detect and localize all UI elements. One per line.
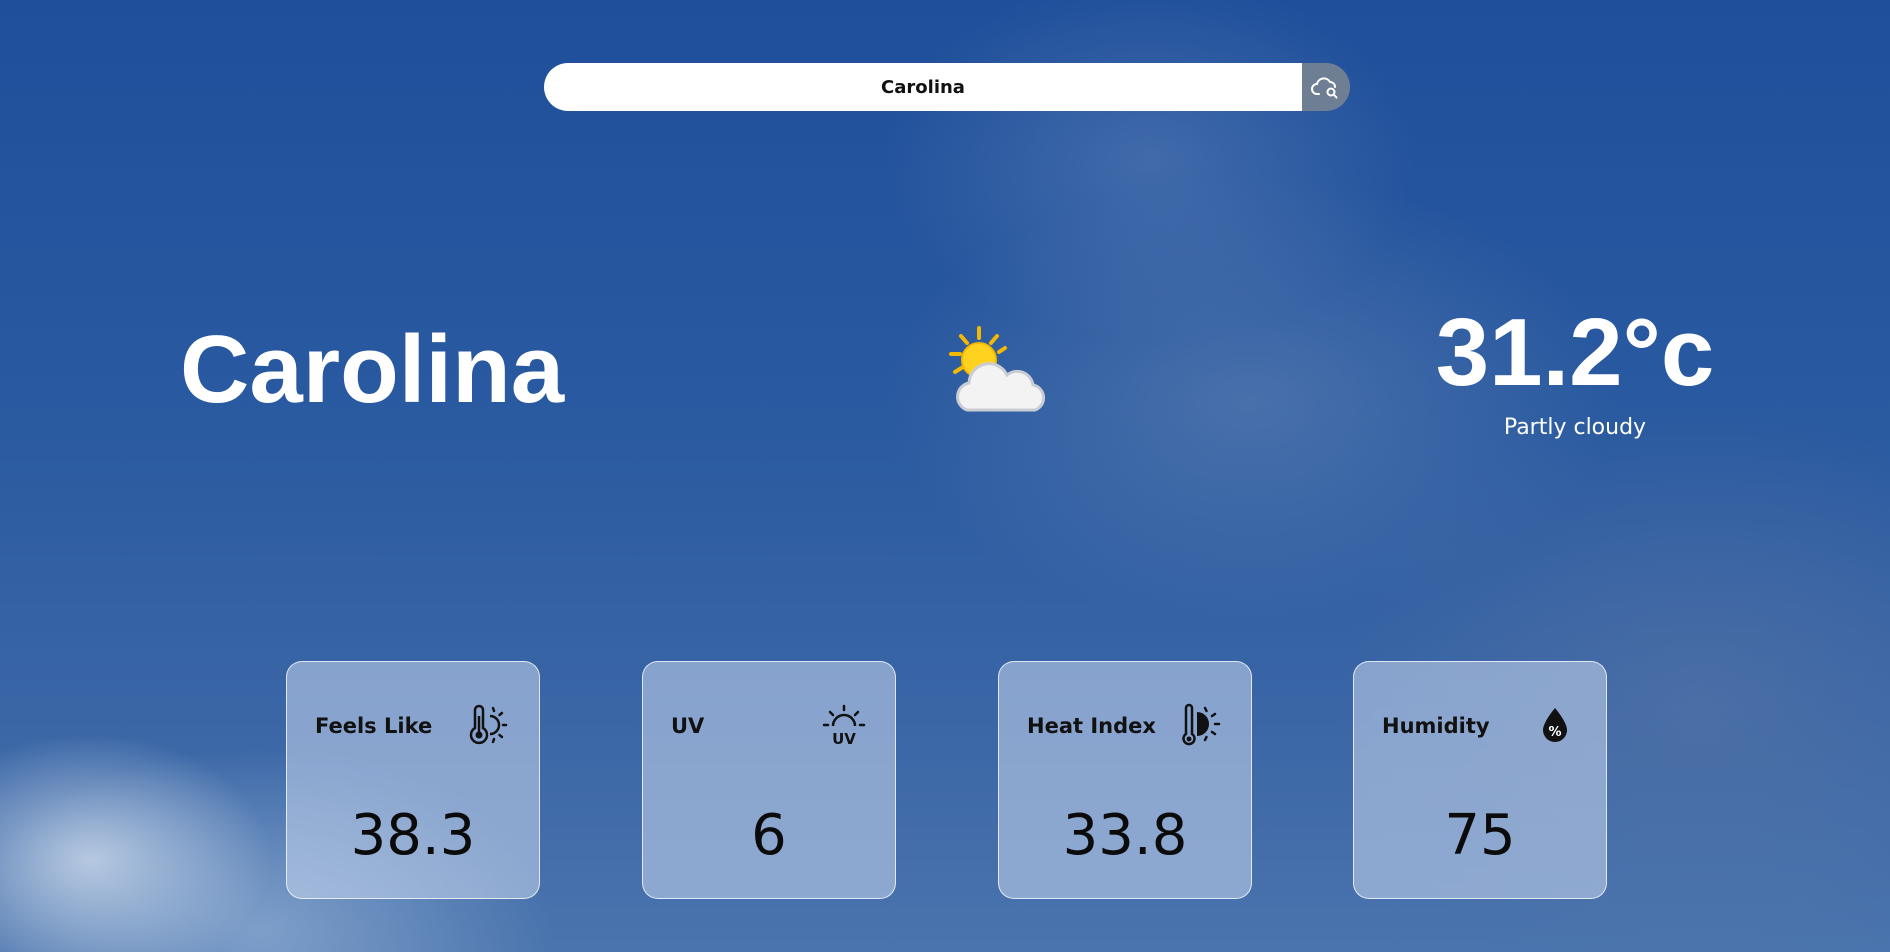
- cloud-search-icon: [1311, 77, 1338, 99]
- heat-thermometer-icon: [1182, 703, 1221, 746]
- search-bar: [544, 63, 1350, 111]
- humidity-card: Humidity % 75: [1353, 661, 1607, 899]
- search-button[interactable]: [1302, 63, 1350, 111]
- card-title: Feels Like: [315, 714, 433, 738]
- svg-text:UV: UV: [832, 730, 856, 748]
- partly-cloudy-icon: [935, 322, 1065, 422]
- search-input[interactable]: [544, 63, 1302, 111]
- uv-card: UV UV 6: [642, 661, 896, 899]
- thermometer-sun-icon: [469, 704, 508, 745]
- card-title: Humidity: [1382, 714, 1490, 738]
- temperature: 31.2°c: [1435, 299, 1715, 406]
- svg-text:%: %: [1548, 725, 1561, 740]
- uv-sun-icon: UV: [822, 704, 866, 748]
- temperature-block: 31.2°c Partly cloudy: [1380, 299, 1770, 441]
- heat-index-card: Heat Index 33.8: [998, 661, 1252, 899]
- weather-app: Carolina 31.2°c Partly cloudy Feels Like: [0, 0, 1890, 952]
- uv-value: 6: [751, 803, 787, 868]
- feels-like-card: Feels Like 38.3: [286, 661, 540, 899]
- card-title: Heat Index: [1027, 714, 1156, 738]
- humidity-drop-icon: %: [1543, 708, 1567, 742]
- humidity-value: 75: [1444, 803, 1516, 868]
- condition-text: Partly cloudy: [1503, 415, 1647, 440]
- feels-like-value: 38.3: [350, 803, 476, 868]
- card-title: UV: [671, 714, 705, 738]
- city-name: Carolina: [180, 316, 565, 423]
- heat-index-value: 33.8: [1062, 803, 1188, 868]
